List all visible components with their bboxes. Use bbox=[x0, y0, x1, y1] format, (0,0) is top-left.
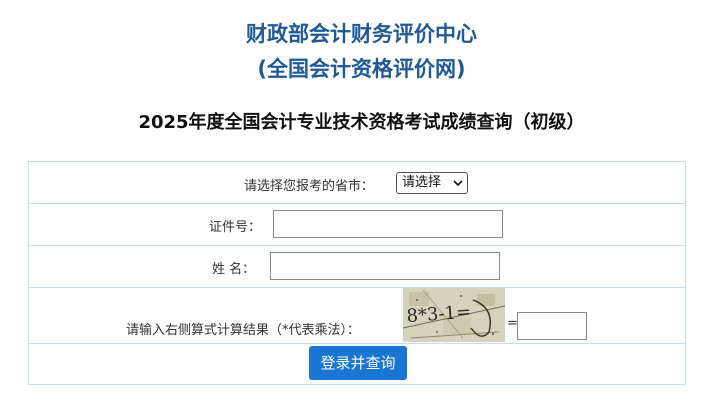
name-input[interactable] bbox=[270, 252, 500, 280]
province-select-value: 请选择 bbox=[402, 175, 442, 190]
province-select[interactable]: 请选择 bbox=[396, 172, 468, 194]
province-label: 请选择您报考的省市： bbox=[244, 179, 375, 194]
org-site-subtitle: (全国会计资格评价网) bbox=[257, 57, 466, 81]
captcha-label: 请输入右侧算式计算结果（*代表乘法）： bbox=[126, 323, 361, 338]
submit-row: 登录并查询 bbox=[29, 344, 685, 384]
page-title: 2025年度全国会计专业技术资格考试成绩查询（初级） bbox=[138, 112, 585, 133]
id-number-label: 证件号： bbox=[209, 220, 262, 235]
query-form: 请选择您报考的省市： 请选择 证件号： 姓 名： 请输入右侧算式计算结果（*代表… bbox=[28, 161, 686, 385]
captcha-image[interactable]: 8*3-1= bbox=[403, 288, 505, 342]
id-number-input[interactable] bbox=[273, 210, 503, 238]
province-row: 请选择您报考的省市： 请选择 bbox=[29, 162, 685, 204]
captcha-image-text: 8*3-1= bbox=[406, 302, 472, 327]
name-row: 姓 名： bbox=[29, 246, 685, 288]
org-name-title: 财政部会计财务评价中心 bbox=[246, 22, 477, 46]
login-query-button[interactable]: 登录并查询 bbox=[309, 346, 407, 380]
id-number-row: 证件号： bbox=[29, 204, 685, 246]
captcha-noise-graphic: 8*3-1= bbox=[403, 288, 505, 342]
name-label: 姓 名： bbox=[212, 262, 256, 277]
chevron-down-icon bbox=[453, 180, 463, 187]
captcha-answer-input[interactable] bbox=[517, 312, 587, 340]
captcha-row: 请输入右侧算式计算结果（*代表乘法）： 8*3-1= = bbox=[29, 288, 685, 344]
